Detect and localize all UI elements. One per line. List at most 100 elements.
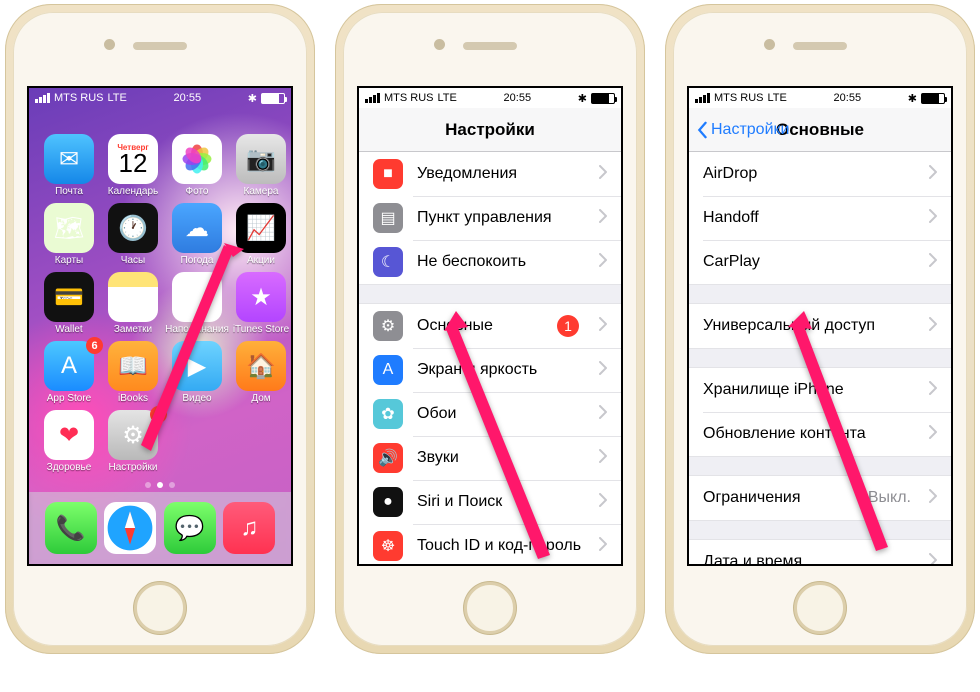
front-camera [434,39,445,50]
row-icon: ✿ [373,399,403,429]
row-label: Хранилище iPhone [703,381,915,399]
settings-row[interactable]: ОграниченияВыкл. [689,476,951,520]
chevron-right-icon [929,425,937,444]
bluetooth-icon: ✱ [578,92,587,105]
app-label: Фото [186,186,209,197]
dock-music[interactable]: ♫ [223,502,275,554]
homeapp-icon: 🏠 [246,352,276,381]
settings-row[interactable]: AirDrop [689,152,951,196]
app-health[interactable]: ❤Здоровье [39,410,99,473]
appstore-icon: A [61,352,77,380]
app-label: Погода [181,255,214,266]
settings-row[interactable]: Хранилище iPhone [689,368,951,412]
row-label: AirDrop [703,165,915,183]
row-label: CarPlay [703,253,915,271]
settings-row[interactable]: ●Siri и Поиск [359,480,621,524]
back-button[interactable]: Настройки [695,121,789,139]
settings-row[interactable]: ⚙Основные1 [359,304,621,348]
carrier-label: MTS RUS [384,92,434,104]
app-itunes[interactable]: ★ iTunes Store [231,272,291,335]
settings-row[interactable]: ☸Touch ID и код-пароль [359,524,621,564]
back-label: Настройки [711,121,789,139]
msg-icon: 💬 [175,514,205,543]
video-icon: ▶ [188,352,206,381]
app-appstore[interactable]: A6App Store [39,341,99,404]
home-grid: ✉ПочтаЧетверг12Календарь Фото 📷Камера 🗺 Карт… [29,108,291,473]
settings-row[interactable]: ✿ Обои [359,392,621,436]
app-calendar[interactable]: Четверг12Календарь [103,134,163,197]
app-label: Здоровье [47,462,92,473]
dock-msg[interactable]: 💬 [164,502,216,554]
phone-general: MTS RUS LTE 20:55 ✱ Настройки Основные A… [665,4,975,654]
settings-row[interactable]: Дата и время [689,540,951,564]
settings-row[interactable]: CarPlay [689,240,951,284]
app-weather[interactable]: ☁Погода [167,203,227,266]
app-mail[interactable]: ✉Почта [39,134,99,197]
bluetooth-icon: ✱ [248,92,257,105]
app-label: Заметки [114,324,152,335]
chevron-right-icon [929,165,937,184]
ibooks-icon: 📖 [108,341,158,391]
dock-phone[interactable]: 📞 [45,502,97,554]
chevron-right-icon [599,405,607,424]
photos-icon [172,134,222,184]
maps-icon: 🗺 [54,214,84,243]
network-label: LTE [108,92,127,104]
signal-icon [35,93,50,103]
app-ibooks[interactable]: 📖 iBooks [103,341,163,404]
camera-icon: 📷 [246,145,276,174]
row-label: Обои [417,405,585,423]
row-label: Универсальный доступ [703,317,915,335]
app-label: iBooks [118,393,148,404]
app-label: Настройки [108,462,157,473]
badge: 6 [86,337,103,354]
row-icon: ☾ [373,247,403,277]
clock-label: 20:55 [174,92,202,104]
app-reminders[interactable]: ☰Напоминания [167,272,227,335]
settings-row[interactable]: ☾ Не беспокоить [359,240,621,284]
row-label: Основные [417,317,543,335]
home-button[interactable] [794,582,846,634]
dock-safari[interactable] [104,502,156,554]
settings-row[interactable]: Универсальный доступ [689,304,951,348]
settings-list: ■Уведомления▤Пункт управления ☾ Не беспоко… [359,152,621,564]
notes-icon [108,272,158,322]
app-clock[interactable]: 🕐Часы [103,203,163,266]
home-button[interactable] [464,582,516,634]
homeapp-icon: 🏠 [236,341,286,391]
row-label: Пункт управления [417,209,585,227]
settings-row[interactable]: AЭкран и яркость [359,348,621,392]
row-label: Не беспокоить [417,253,585,271]
settings-row[interactable]: ▤Пункт управления [359,196,621,240]
clock-label: 20:55 [504,92,532,104]
row-label: Дата и время [703,553,915,564]
home-button[interactable] [134,582,186,634]
chevron-right-icon [929,253,937,272]
app-maps[interactable]: 🗺 Карты [39,203,99,266]
app-label: Акции [247,255,275,266]
app-photos[interactable]: Фото [167,134,227,197]
calendar-icon: Четверг12 [108,134,158,184]
ibooks-icon: 📖 [118,352,148,381]
settings-row[interactable]: 🔊Звуки [359,436,621,480]
chevron-right-icon [929,209,937,228]
app-video[interactable]: ▶Видео [167,341,227,404]
app-settings[interactable]: ⚙1Настройки [103,410,163,473]
itunes-icon: ★ [250,283,272,312]
calendar-day: 12 [119,150,148,176]
app-wallet[interactable]: 💳Wallet [39,272,99,335]
app-homeapp[interactable]: 🏠Дом [231,341,291,404]
chevron-right-icon [929,553,937,565]
row-icon: ⚙ [373,311,403,341]
bluetooth-icon: ✱ [908,92,917,105]
front-camera [764,39,775,50]
chevron-right-icon [599,537,607,556]
settings-row[interactable]: Handoff [689,196,951,240]
app-label: iTunes Store [233,324,289,335]
app-camera[interactable]: 📷Камера [231,134,291,197]
app-stocks[interactable]: 📈Акции [231,203,291,266]
settings-row[interactable]: ■Уведомления [359,152,621,196]
settings-row[interactable]: Обновление контента [689,412,951,456]
app-notes[interactable]: Заметки [103,272,163,335]
app-label: Карты [55,255,84,266]
